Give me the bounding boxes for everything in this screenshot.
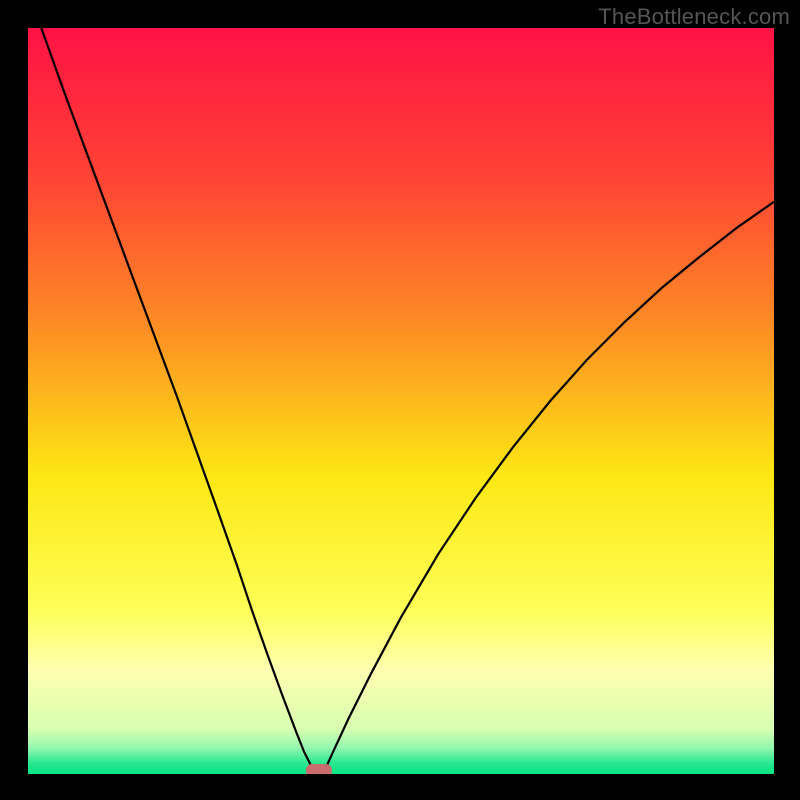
gradient-background [28, 28, 774, 774]
chart-frame [28, 28, 774, 774]
minimum-marker [306, 764, 332, 774]
watermark: TheBottleneck.com [598, 4, 790, 30]
bottleneck-chart [28, 28, 774, 774]
